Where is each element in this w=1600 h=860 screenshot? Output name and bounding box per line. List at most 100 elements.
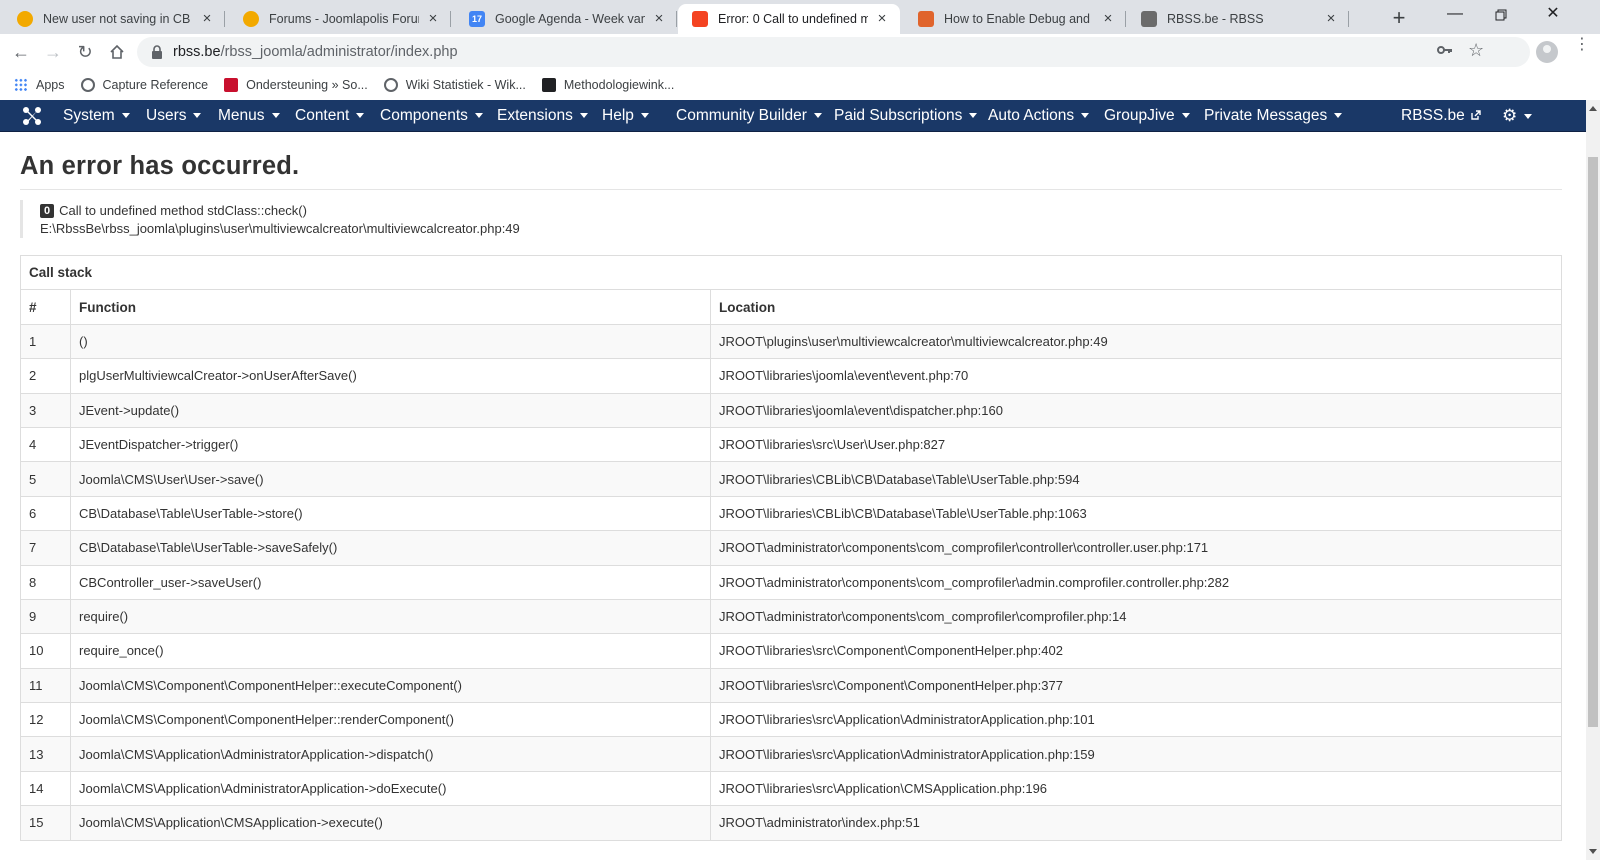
call-stack-table: Call stack # Function Location 1() JROOT\… (20, 254, 1562, 841)
stack-function: Joomla\CMS\Application\AdministratorAppl… (70, 736, 711, 772)
stack-location: JROOT\libraries\joomla\event\event.php:7… (710, 358, 1562, 394)
browser-tab[interactable]: New user not saving in CB Backe × (3, 4, 225, 34)
url-path: /rbss_joomla/administrator/index.php (220, 44, 458, 60)
admin-menu-groupjive[interactable]: GroupJive (1104, 100, 1190, 132)
close-tab-icon[interactable]: × (199, 11, 215, 27)
lock-icon (152, 45, 162, 59)
stack-number: 15 (20, 805, 71, 841)
bookmark-item[interactable]: Apps (14, 78, 65, 92)
call-stack-row: 9 require() JROOT\administrator\components… (20, 598, 1562, 635)
caret-down-icon (969, 113, 978, 119)
call-stack-row: 13 Joomla\CMS\Application\AdministratorAp… (20, 736, 1562, 772)
stack-number: 10 (20, 633, 71, 669)
methodology-icon (541, 78, 556, 92)
settings-menu[interactable]: ⚙ (1502, 100, 1533, 132)
admin-menu-menus[interactable]: Menus (218, 100, 280, 132)
tab-separator (224, 11, 225, 27)
admin-menu-content[interactable]: Content (295, 100, 365, 132)
reload-button[interactable]: ↻ (72, 39, 98, 65)
tab-title: Forums - Joomlapolis Forum (269, 12, 419, 26)
admin-menu-private-messages[interactable]: Private Messages (1204, 100, 1343, 132)
stack-number: 11 (20, 667, 71, 704)
minimize-button[interactable]: — (1432, 0, 1478, 30)
gear-icon: ⚙ (1502, 106, 1518, 125)
admin-menu-label: Auto Actions (988, 107, 1075, 124)
browser-tab[interactable]: RBSS.be - RBSS × (1127, 4, 1349, 34)
stack-location: JROOT\libraries\src\Application\Administ… (710, 702, 1562, 738)
admin-menu-help[interactable]: Help (602, 100, 649, 132)
close-tab-icon[interactable]: × (874, 11, 890, 27)
stack-number: 4 (20, 426, 71, 463)
browser-tab[interactable]: Error: 0 Call to undefined meth × (678, 4, 900, 34)
joomla-logo-icon[interactable] (22, 106, 42, 126)
stack-function: CB\Database\Table\UserTable->saveSafely(… (70, 530, 711, 566)
admin-menu-users[interactable]: Users (146, 100, 202, 132)
scroll-down-arrow-icon[interactable] (1589, 849, 1597, 854)
admin-menu-system[interactable]: System (63, 100, 130, 132)
admin-menu-label: Private Messages (1204, 107, 1328, 124)
browser-toolbar: ← → ↻ rbss.be/rbss_joomla/administrator/… (0, 34, 1600, 70)
bookmark-item[interactable]: Methodologiewink... (541, 78, 675, 92)
browser-menu-icon[interactable]: ⋮ (1574, 37, 1590, 53)
bookmark-item[interactable]: Ondersteuning » So... (224, 78, 368, 92)
error-code-badge: 0 (40, 204, 55, 218)
stack-location: JROOT\administrator\components\com_compr… (710, 598, 1562, 635)
browser-tab[interactable]: Forums - Joomlapolis Forum × (229, 4, 451, 34)
site-link-label: RBSS.be (1401, 107, 1465, 124)
caret-down-icon (1181, 113, 1190, 119)
admin-menu-bar: System Users Menus Content Components Extensi… (0, 100, 1586, 132)
admin-menu-label: System (63, 107, 115, 124)
bookmark-item[interactable]: Wiki Statistiek - Wik... (383, 78, 526, 92)
joomla-icon (692, 11, 708, 27)
admin-menu-paid-subscriptions[interactable]: Paid Subscriptions (834, 100, 978, 132)
close-tab-icon[interactable]: × (1323, 11, 1339, 27)
call-stack-row: 1() JROOT\plugins\user\multiviewcalcreato… (20, 323, 1562, 360)
close-tab-icon[interactable]: × (425, 11, 441, 27)
new-tab-button[interactable]: + (1385, 6, 1413, 32)
error-message-block: 0 Call to undefined method stdClass::chec… (20, 200, 1562, 238)
admin-menu-label: Content (295, 107, 350, 124)
bookmark-label: Methodologiewink... (563, 78, 675, 92)
stack-function: require() (70, 598, 711, 635)
forward-button[interactable]: → (40, 39, 66, 65)
browser-tab[interactable]: How to Enable Debug and Error × (904, 4, 1126, 34)
admin-menu-community-builder[interactable]: Community Builder (676, 100, 822, 132)
stack-number: 2 (20, 358, 71, 394)
globe-icon (80, 78, 95, 92)
stack-number: 14 (20, 770, 71, 807)
stack-location: JROOT\libraries\joomla\event\dispatcher.… (710, 392, 1562, 428)
close-tab-icon[interactable]: × (651, 11, 667, 27)
browser-tab[interactable]: 17 Google Agenda - Week van 16 n × (455, 4, 677, 34)
bookmark-item[interactable]: Capture Reference (80, 78, 208, 92)
caret-down-icon (579, 113, 588, 119)
close-window-button[interactable]: ✕ (1530, 0, 1576, 30)
bookmark-label: Apps (36, 78, 65, 92)
home-button[interactable] (104, 39, 130, 65)
close-tab-icon[interactable]: × (1100, 11, 1116, 27)
address-bar[interactable]: rbss.be/rbss_joomla/administrator/index.… (137, 37, 1530, 67)
stack-location: JROOT\libraries\src\Component\ComponentH… (710, 667, 1562, 704)
caret-down-icon (1081, 113, 1090, 119)
stack-function: CB\Database\Table\UserTable->store() (70, 495, 711, 532)
admin-menu-components[interactable]: Components (380, 100, 483, 132)
admin-menu-label: Community Builder (676, 107, 807, 124)
site-link[interactable]: RBSS.be (1401, 100, 1481, 132)
admin-menu-extensions[interactable]: Extensions (497, 100, 588, 132)
stack-number: 1 (20, 323, 71, 360)
home-icon (110, 44, 124, 59)
stack-function: require_once() (70, 633, 711, 669)
restore-icon (1495, 9, 1507, 21)
admin-menu-label: Menus (218, 107, 265, 124)
tab-title: RBSS.be - RBSS (1167, 12, 1264, 26)
back-button[interactable]: ← (8, 39, 34, 65)
restore-button[interactable] (1478, 0, 1524, 30)
page-scrollbar[interactable] (1586, 100, 1600, 860)
scroll-up-arrow-icon[interactable] (1589, 106, 1597, 111)
profile-avatar[interactable] (1536, 41, 1558, 63)
admin-menu-auto-actions[interactable]: Auto Actions (988, 100, 1090, 132)
stack-function: JEventDispatcher->trigger() (70, 426, 711, 463)
call-stack-row: 11 Joomla\CMS\Component\ComponentHelper::… (20, 667, 1562, 704)
bookmark-star-icon[interactable]: ☆ (1468, 40, 1484, 61)
key-icon[interactable] (1437, 43, 1453, 60)
scrollbar-thumb[interactable] (1588, 157, 1598, 727)
